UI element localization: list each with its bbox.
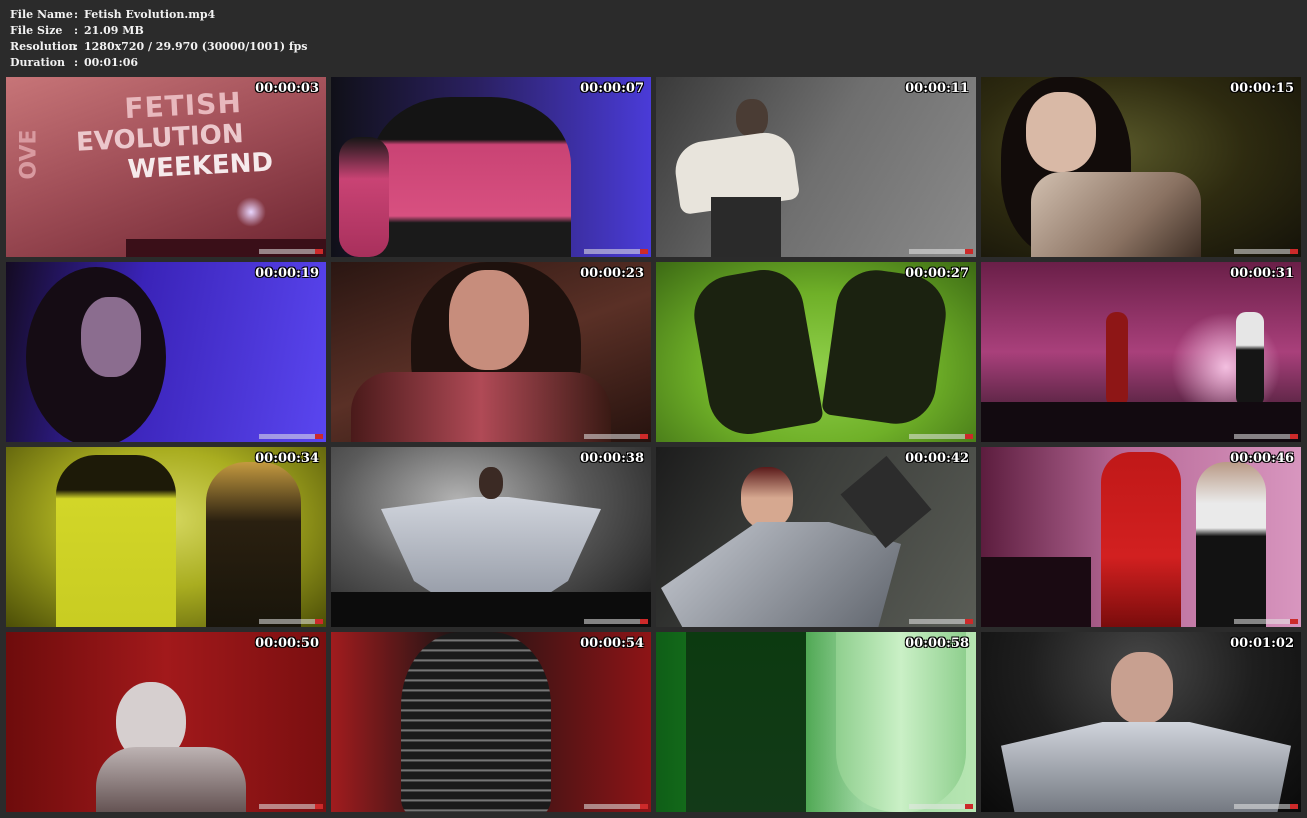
watermark-strip <box>1234 619 1298 624</box>
info-separator: : <box>74 24 79 37</box>
info-value: 00:01:06 <box>84 56 139 69</box>
file-size-row: File Size : 21.09 MB <box>10 23 308 39</box>
watermark-strip <box>259 249 323 254</box>
figure-torso <box>371 97 571 257</box>
figure-left <box>686 632 806 812</box>
info-separator: : <box>74 40 79 53</box>
timestamp: 00:00:15 <box>1230 81 1294 96</box>
figure-legs <box>711 197 781 257</box>
thumbnail[interactable]: 00:00:54 <box>331 632 651 812</box>
thumbnail[interactable]: 00:00:34 <box>6 447 326 627</box>
timestamp: 00:00:31 <box>1230 266 1294 281</box>
info-separator: : <box>74 8 79 21</box>
figure-face <box>449 270 529 370</box>
figure-head <box>1111 652 1173 724</box>
resolution-row: Resolution : 1280x720 / 29.970 (30000/10… <box>10 39 308 55</box>
figure-man <box>1236 312 1264 407</box>
figure-red <box>1101 452 1181 627</box>
boot-right <box>821 265 951 429</box>
timestamp: 00:00:50 <box>255 636 319 651</box>
thumbnail[interactable]: 00:00:42 <box>656 447 976 627</box>
thumbnail[interactable]: 00:00:27 <box>656 262 976 442</box>
figure-left <box>56 455 176 627</box>
watermark-strip <box>1234 434 1298 439</box>
figure-face <box>81 297 141 377</box>
watermark-strip <box>584 249 648 254</box>
timestamp: 00:00:38 <box>580 451 644 466</box>
file-info: File Name : Fetish Evolution.mp4 File Si… <box>10 7 308 71</box>
timestamp: 00:00:03 <box>255 81 319 96</box>
info-value: 21.09 MB <box>84 24 144 37</box>
watermark-strip <box>584 804 648 809</box>
watermark-strip <box>259 619 323 624</box>
info-key: File Size <box>10 24 63 37</box>
figure-body <box>96 747 246 812</box>
duration-row: Duration : 00:01:06 <box>10 55 308 71</box>
figure-kimono <box>1001 722 1291 812</box>
timestamp: 00:00:46 <box>1230 451 1294 466</box>
sign-line: WEEKEND <box>126 147 274 186</box>
figure-body <box>401 632 551 812</box>
figure-red <box>1106 312 1128 407</box>
watermark-strip <box>909 249 973 254</box>
thumbnail[interactable]: 00:00:15 <box>981 77 1301 257</box>
watermark-strip <box>584 619 648 624</box>
figure-body <box>351 372 611 442</box>
thumbnail[interactable]: 00:00:50 <box>6 632 326 812</box>
stage-light <box>236 197 266 227</box>
timestamp: 00:00:19 <box>255 266 319 281</box>
info-separator: : <box>74 56 79 69</box>
thumbnail[interactable]: 00:00:58 <box>656 632 976 812</box>
timestamp: 00:00:11 <box>905 81 969 96</box>
timestamp: 00:00:34 <box>255 451 319 466</box>
timestamp: 00:01:02 <box>1230 636 1294 651</box>
watermark-strip <box>1234 249 1298 254</box>
thumbnail[interactable]: 00:00:23 <box>331 262 651 442</box>
watermark-strip <box>584 434 648 439</box>
thumbnail-grid: FETISH EVOLUTION WEEKEND OVE 00:00:03 00… <box>6 77 1301 812</box>
audience-silhouette <box>981 557 1091 627</box>
timestamp: 00:00:42 <box>905 451 969 466</box>
timestamp: 00:00:07 <box>580 81 644 96</box>
watermark-strip <box>909 619 973 624</box>
figure-right <box>836 632 966 812</box>
figure-head <box>741 467 793 529</box>
boot-left <box>687 263 825 441</box>
figure-head <box>479 467 503 499</box>
figure-body <box>1031 172 1201 257</box>
figure-head <box>736 99 768 137</box>
thumbnail[interactable]: 00:00:19 <box>6 262 326 442</box>
info-key: File Name <box>10 8 73 21</box>
info-value: Fetish Evolution.mp4 <box>84 8 216 21</box>
timestamp: 00:00:23 <box>580 266 644 281</box>
thumbnail[interactable]: 00:00:07 <box>331 77 651 257</box>
sign-side-text: OVE <box>16 129 42 180</box>
figure-arm <box>339 137 389 257</box>
watermark-strip <box>909 434 973 439</box>
thumbnail[interactable]: FETISH EVOLUTION WEEKEND OVE 00:00:03 <box>6 77 326 257</box>
thumbnail[interactable]: 00:00:46 <box>981 447 1301 627</box>
timestamp: 00:00:54 <box>580 636 644 651</box>
thumbnail[interactable]: 00:01:02 <box>981 632 1301 812</box>
info-key: Duration <box>10 56 66 69</box>
figure-kimono <box>661 522 901 627</box>
info-key: Resolution <box>10 40 77 53</box>
figure-face <box>1026 92 1096 172</box>
thumbnail[interactable]: 00:00:38 <box>331 447 651 627</box>
watermark-strip <box>909 804 973 809</box>
watermark-strip <box>1234 804 1298 809</box>
watermark-strip <box>259 804 323 809</box>
crowd-silhouette <box>126 239 326 257</box>
info-value: 1280x720 / 29.970 (30000/1001) fps <box>84 40 308 53</box>
figure-right <box>206 462 301 627</box>
thumbnail[interactable]: 00:00:31 <box>981 262 1301 442</box>
watermark-strip <box>259 434 323 439</box>
file-name-row: File Name : Fetish Evolution.mp4 <box>10 7 308 23</box>
timestamp: 00:00:27 <box>905 266 969 281</box>
thumbnail[interactable]: 00:00:11 <box>656 77 976 257</box>
stage-sign-text: FETISH EVOLUTION WEEKEND <box>75 86 274 186</box>
figure-man <box>1196 462 1266 627</box>
timestamp: 00:00:58 <box>905 636 969 651</box>
